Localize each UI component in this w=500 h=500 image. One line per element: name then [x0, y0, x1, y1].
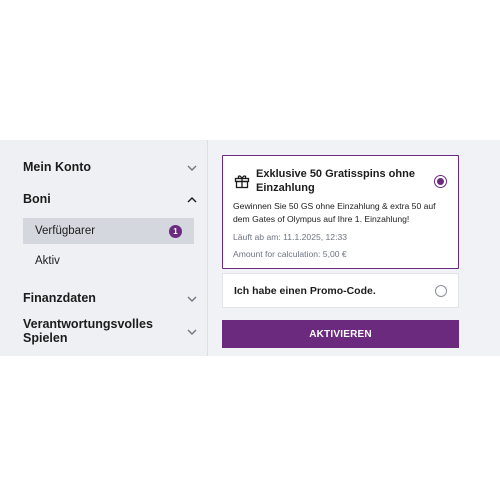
- sidebar-item-boni[interactable]: Boni: [23, 187, 198, 211]
- account-sidebar: Mein Konto Boni Verfügbarer 1 Aktiv Fina…: [0, 140, 208, 356]
- offer-radio-selected[interactable]: [434, 175, 447, 188]
- bonus-content: Exklusive 50 Gratisspins ohne Einzahlung…: [208, 140, 500, 356]
- sidebar-item-verantwortungsvolles-spielen[interactable]: Verantwortungsvolles Spielen: [23, 317, 198, 345]
- chevron-down-icon: [186, 161, 198, 173]
- sidebar-item-label: Mein Konto: [23, 160, 92, 174]
- offer-amount: Amount for calculation: 5,00 €: [233, 249, 347, 259]
- offer-title: Exklusive 50 Gratisspins ohne Einzahlung: [256, 168, 415, 194]
- sidebar-subitem-verfuegbarer[interactable]: Verfügbarer 1: [23, 218, 194, 244]
- offer-expiry: Läuft ab am: 11.1.2025, 12:33: [233, 232, 348, 242]
- sidebar-subitem-label: Aktiv: [35, 255, 60, 267]
- bonus-offer-card[interactable]: Exklusive 50 Gratisspins ohne Einzahlung…: [222, 155, 459, 269]
- sidebar-subitem-aktiv[interactable]: Aktiv: [23, 248, 194, 274]
- sidebar-item-label: Finanzdaten: [23, 291, 96, 305]
- bonus-panel: Mein Konto Boni Verfügbarer 1 Aktiv Fina…: [0, 140, 500, 356]
- sidebar-item-mein-konto[interactable]: Mein Konto: [23, 155, 198, 179]
- chevron-up-icon: [186, 193, 198, 205]
- sidebar-subitem-label: Verfügbarer: [35, 225, 96, 237]
- sidebar-item-finanzdaten[interactable]: Finanzdaten: [23, 286, 198, 310]
- activate-button[interactable]: AKTIVIEREN: [222, 320, 459, 348]
- sidebar-item-label: Boni: [23, 192, 51, 206]
- count-badge: 1: [169, 224, 182, 238]
- gift-icon: [234, 173, 250, 189]
- chevron-down-icon: [186, 292, 198, 304]
- promo-radio[interactable]: [435, 284, 447, 297]
- sidebar-item-label: Verantwortungsvolles Spielen: [23, 317, 153, 345]
- promo-code-option[interactable]: Ich habe einen Promo-Code.: [222, 273, 459, 308]
- chevron-down-icon: [186, 325, 198, 337]
- offer-description: Gewinnen Sie 50 GS ohne Einzahlung & ext…: [233, 201, 436, 224]
- promo-code-label: Ich habe einen Promo-Code.: [234, 284, 376, 297]
